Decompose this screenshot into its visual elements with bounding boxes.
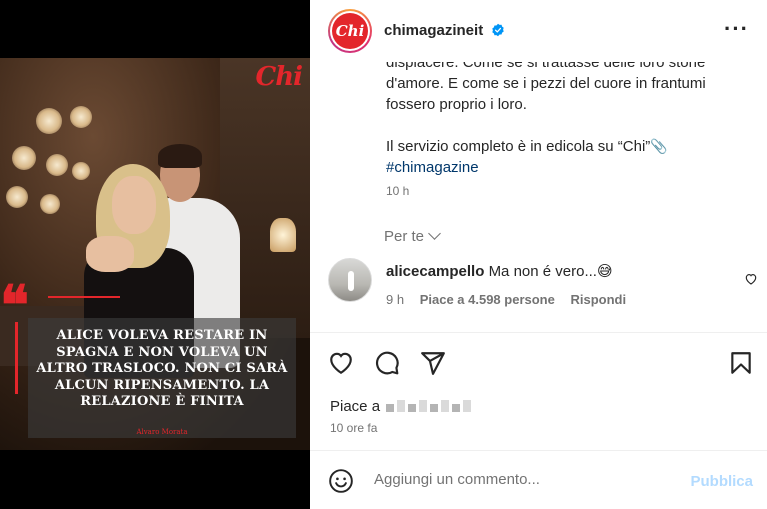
author-avatar[interactable]: Chi — [328, 9, 372, 53]
arched-window — [270, 218, 296, 252]
quote-accent-line — [48, 296, 120, 298]
wall-lamp — [72, 162, 90, 180]
quote-accent-bar — [15, 322, 18, 394]
comment-item: alicecampello Ma non é vero...😅 9 h Piac… — [328, 258, 758, 328]
chevron-down-icon — [428, 227, 441, 240]
avatar-logo: Chi — [332, 13, 368, 49]
comment-like-heart-icon[interactable] — [744, 272, 758, 286]
comment-filter-label[interactable]: Per te — [384, 228, 424, 245]
quote-text: ALICE VOLEVA RESTARE IN SPAGNA E NON VOL… — [36, 328, 288, 409]
comment-bubble-icon[interactable] — [374, 350, 400, 376]
caption-text: dispiacere. Come se si trattasse delle l… — [386, 62, 706, 113]
woman-face — [112, 176, 156, 234]
wall-lamp — [36, 108, 62, 134]
save-bookmark-icon[interactable] — [728, 350, 754, 376]
more-options-icon[interactable]: ··· — [724, 18, 749, 40]
comment-meta: 9 h Piace a 4.598 persone Rispondi — [386, 292, 638, 307]
post-actions — [310, 344, 767, 380]
commenter-username[interactable]: alicecampello — [386, 263, 484, 280]
post-panel: Chi chimagazineit ··· dispiacere. Come s… — [310, 0, 767, 509]
share-paper-plane-icon[interactable] — [420, 350, 446, 376]
commenter-avatar[interactable] — [328, 258, 372, 302]
quote-author: Alvaro Morata — [136, 428, 188, 436]
wall-lamp — [40, 194, 60, 214]
quote-marks-icon: ❝ — [0, 273, 29, 337]
wall-lamp — [46, 154, 68, 176]
chi-logo: Chi — [255, 62, 303, 92]
author-username[interactable]: chimagazineit — [384, 22, 505, 39]
comments-scroll-area[interactable]: dispiacere. Come se si trattasse delle l… — [310, 62, 767, 332]
post-header: Chi chimagazineit ··· — [310, 0, 767, 62]
comment-text: Ma non é vero...😅 — [488, 263, 613, 280]
paperclip-icon: 📎 — [650, 138, 668, 154]
caption-line: Il servizio completo è in edicola su “Ch… — [386, 138, 651, 155]
comment-filter-dropdown[interactable]: Per te — [384, 227, 441, 245]
wall-lamp — [70, 106, 92, 128]
divider — [310, 332, 767, 333]
verified-badge-icon — [492, 23, 505, 37]
post-media[interactable]: Chi ❝ ALICE VOLEVA RESTARE IN SPAGNA E N… — [0, 0, 310, 509]
like-heart-icon[interactable] — [328, 350, 354, 376]
comment-input[interactable] — [374, 471, 674, 488]
blurred-usernames — [386, 399, 474, 416]
hashtag-link[interactable]: #chimagazine — [386, 159, 479, 176]
likes-prefix: Piace a — [330, 398, 381, 415]
post-likes[interactable]: Piace a — [330, 398, 474, 416]
post-timestamp[interactable]: 10 ore fa — [330, 421, 377, 435]
wall-lamp — [12, 146, 36, 170]
emoji-smiley-icon[interactable] — [328, 468, 354, 494]
comment-composer: Pubblica — [310, 451, 767, 509]
publish-button[interactable]: Pubblica — [690, 473, 753, 490]
author-username-text[interactable]: chimagazineit — [384, 22, 483, 39]
comment-line: alicecampello Ma non é vero...😅 — [386, 262, 613, 280]
post-caption: dispiacere. Come se si trattasse delle l… — [386, 62, 746, 178]
comment-time[interactable]: 9 h — [386, 292, 404, 307]
caption-timestamp[interactable]: 10 h — [386, 184, 409, 198]
wall-lamp — [6, 186, 28, 208]
man-hair — [158, 144, 202, 168]
comment-likes[interactable]: Piace a 4.598 persone — [420, 292, 555, 307]
reply-button[interactable]: Rispondi — [570, 292, 626, 307]
woman-arms — [86, 236, 134, 272]
